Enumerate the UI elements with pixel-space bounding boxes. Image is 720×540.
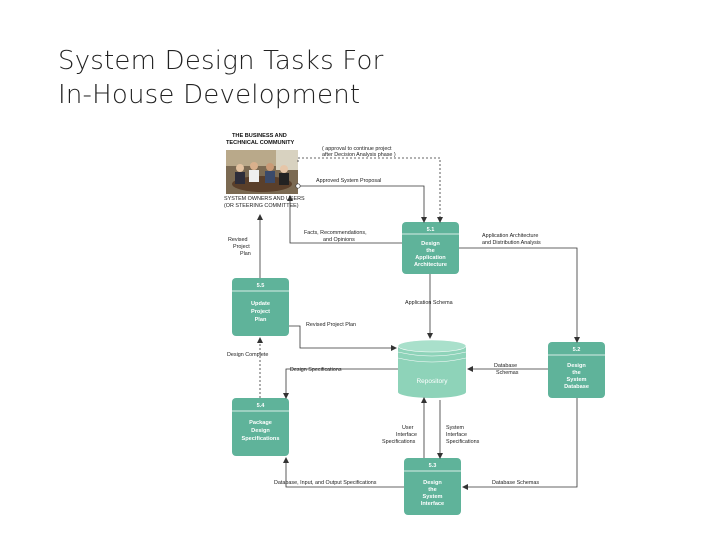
repository-label: Repository bbox=[416, 378, 448, 385]
process-5-3-line-4: Interface bbox=[421, 501, 444, 507]
process-5-2-line-2: the bbox=[572, 370, 580, 376]
process-5-1: 5.1 Design the Application Architecture bbox=[402, 222, 459, 274]
process-5-5-id: 5.5 bbox=[257, 283, 265, 289]
process-5-1-line-4: Architecture bbox=[414, 262, 447, 268]
external-label-top-2: TECHNICAL COMMUNITY bbox=[226, 140, 295, 146]
flow-facts-2: and Opinions bbox=[323, 237, 355, 243]
flow-revised-1: Revised bbox=[228, 237, 247, 243]
flow-app-schema: Application Schema bbox=[405, 300, 453, 306]
process-5-2-line-4: Database bbox=[564, 384, 589, 390]
process-5-2-line-3: System bbox=[567, 377, 587, 383]
external-label-bottom-2: (OR STEERING COMMITTEE) bbox=[224, 203, 299, 209]
flow-sys-if-3: Specifications bbox=[446, 439, 480, 445]
flow-ddio-specs: Database, Input, and Output Specificatio… bbox=[274, 480, 377, 486]
process-5-3: 5.3 Design the System Interface bbox=[404, 458, 461, 515]
external-label-top-1: THE BUSINESS AND bbox=[232, 133, 287, 139]
repository-datastore: Repository bbox=[397, 339, 467, 398]
flow-revised-project-plan: Revised Project Plan bbox=[306, 322, 356, 328]
flow-db-schemas-1: Database bbox=[494, 363, 517, 369]
process-5-1-line-1: Design bbox=[421, 241, 440, 247]
flow-db-schemas-2: Schemas bbox=[496, 370, 519, 376]
process-5-4: 5.4 Package Design Specifications bbox=[232, 398, 289, 456]
process-5-4-line-2: Design bbox=[251, 428, 270, 434]
flow-arch-1: Application Architecture bbox=[482, 233, 538, 239]
process-5-1-line-2: the bbox=[426, 248, 434, 254]
flow-sys-if-2: Interface bbox=[446, 432, 467, 438]
process-5-5: 5.5 Update Project Plan bbox=[232, 278, 289, 336]
external-label-bottom-1: SYSTEM OWNERS AND USERS bbox=[224, 196, 305, 202]
process-5-5-line-2: Project bbox=[251, 309, 270, 315]
process-5-4-line-3: Specifications bbox=[242, 436, 280, 442]
process-5-5-line-1: Update bbox=[251, 301, 270, 307]
flow-user-if-3: Specifications bbox=[382, 439, 416, 445]
process-5-3-line-2: the bbox=[428, 487, 436, 493]
process-5-3-id: 5.3 bbox=[429, 463, 437, 469]
process-5-4-line-1: Package bbox=[249, 420, 272, 426]
flow-approved-proposal: Approved System Proposal bbox=[316, 178, 381, 184]
flow-db-schemas-bottom: Database Schemas bbox=[492, 480, 539, 486]
flow-user-if-2: Interface bbox=[396, 432, 417, 438]
process-5-4-id: 5.4 bbox=[257, 403, 266, 409]
flow-sys-if-1: System bbox=[446, 425, 464, 431]
flow-design-specs: Design Specifications bbox=[290, 367, 342, 373]
process-5-2-id: 5.2 bbox=[573, 347, 581, 353]
process-5-3-line-1: Design bbox=[423, 480, 442, 486]
process-5-5-line-3: Plan bbox=[255, 317, 267, 323]
external-connector bbox=[295, 183, 301, 189]
flow-user-if-1: User bbox=[402, 425, 414, 431]
flow-revised-3: Plan bbox=[240, 251, 251, 257]
dfd-diagram: THE BUSINESS AND TECHNICAL COMMUNITY SYS… bbox=[224, 133, 605, 515]
flow-approval-2: after Decision Analysis phase ) bbox=[322, 152, 396, 158]
flow-design-complete: Design Complete bbox=[227, 352, 268, 358]
flow-revised-2: Project bbox=[233, 244, 250, 250]
process-5-3-line-3: System bbox=[423, 494, 443, 500]
process-5-2: 5.2 Design the System Database bbox=[548, 342, 605, 398]
process-5-1-line-3: Application bbox=[415, 255, 446, 261]
process-5-1-id: 5.1 bbox=[427, 227, 435, 233]
process-5-2-line-1: Design bbox=[567, 363, 586, 369]
flow-arch-2: and Distribution Analysis bbox=[482, 240, 541, 246]
flow-facts-1: Facts, Recommendations, bbox=[304, 230, 367, 236]
